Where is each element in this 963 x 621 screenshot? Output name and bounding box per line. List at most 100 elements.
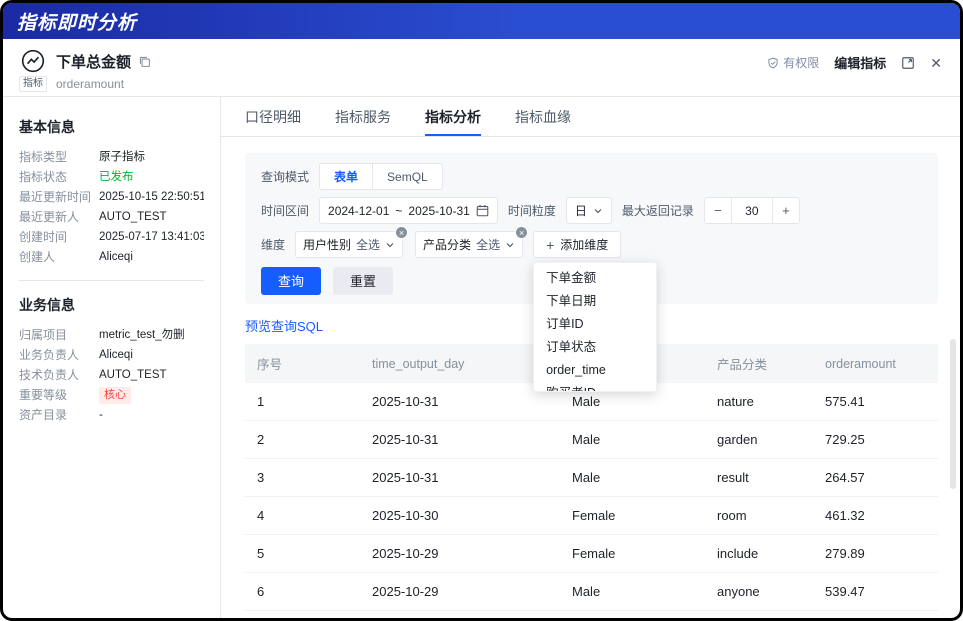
tab-metric-lineage[interactable]: 指标血缘 [515, 97, 571, 136]
remove-dimension-icon[interactable]: × [395, 226, 409, 239]
info-label: 最近更新人 [19, 210, 80, 224]
tab-caliber-details[interactable]: 口径明细 [245, 97, 301, 136]
table-row: 6 2025-10-29 Male anyone 539.47 [245, 572, 938, 611]
window-frame: 指标即时分析 下单总金额 指标 orderamount 有权限 编辑指标 ✕ 基… [0, 0, 963, 621]
reset-button[interactable]: 重置 [333, 266, 394, 295]
column-header: 序号 [245, 344, 360, 383]
table-cell: 2025-10-31 [360, 420, 560, 459]
edit-metric-button[interactable]: 编辑指标 [834, 53, 886, 72]
info-label: 归属项目 [19, 328, 68, 342]
time-settings-row: 时间区间 2024-12-01 ~ 2025-10-31 时间粒度 日 最大返回… [261, 197, 922, 224]
table-row: 2 2025-10-31 Male garden 729.25 [245, 420, 938, 459]
info-value: 原子指标 [99, 151, 145, 163]
info-row: 创建时间 2025-07-17 13:41:03 [19, 229, 204, 246]
metric-code: orderamount [56, 77, 125, 91]
preview-sql-link[interactable]: 预览查询SQL [245, 316, 323, 335]
query-mode-label: 查询模式 [261, 170, 310, 184]
table-cell: 1 [245, 383, 360, 421]
info-row: 技术负责人 AUTO_TEST [19, 367, 204, 384]
metric-header: 下单总金额 指标 orderamount 有权限 编辑指标 ✕ [3, 39, 960, 97]
window-body: 基本信息 指标类型 原子指标 指标状态 已发布 最近更新时间 2025-10-15 22:… [3, 97, 960, 618]
titlebar: 指标即时分析 [3, 3, 960, 39]
table-cell: 2025-10-31 [360, 458, 560, 497]
calendar-icon [476, 204, 489, 217]
table-cell: Male [560, 572, 705, 611]
table-cell: 2025-10-29 [360, 534, 560, 573]
table-cell: 4 [245, 496, 360, 535]
increment-button[interactable]: + [773, 198, 799, 223]
table-cell: 2025-10-29 [360, 572, 560, 611]
dropdown-option[interactable]: 订单状态 [534, 336, 656, 359]
table-row: 3 2025-10-31 Male result 264.57 [245, 458, 938, 497]
query-button[interactable]: 查询 [261, 266, 322, 295]
chevron-down-icon [505, 240, 515, 250]
date-start: 2024-12-01 [328, 203, 390, 218]
tab-metric-analysis[interactable]: 指标分析 [425, 97, 481, 136]
table-cell: garden [705, 420, 813, 459]
add-dimension-button[interactable]: + 添加维度 [533, 231, 622, 258]
table-cell: Male [560, 420, 705, 459]
table-cell: include [705, 534, 813, 573]
info-label: 创建人 [19, 250, 56, 264]
info-label: 技术负责人 [19, 368, 80, 382]
metric-name: 下单总金额 [56, 53, 132, 71]
dimension-selected-value: 全选 [476, 238, 501, 252]
table-row: 5 2025-10-29 Female include 279.89 [245, 534, 938, 573]
info-value: - [99, 409, 103, 421]
table-cell: 6 [245, 572, 360, 611]
info-label: 重要等级 [19, 388, 68, 402]
info-label: 资产目录 [19, 408, 68, 422]
dimension-select[interactable]: 用户性别 全选 × [295, 226, 409, 258]
info-value: AUTO_TEST [99, 211, 167, 223]
info-row: 指标状态 已发布 [19, 169, 204, 186]
dropdown-option[interactable]: order_time [534, 359, 656, 382]
remove-dimension-icon[interactable]: × [515, 226, 529, 239]
tab-metric-service[interactable]: 指标服务 [335, 97, 391, 136]
basic-info-title: 基本信息 [19, 119, 75, 135]
dropdown-option[interactable]: 下单金额 [534, 267, 656, 290]
table-cell: 2025-10-31 [360, 383, 560, 421]
query-mode-option[interactable]: SemQL [372, 164, 442, 189]
sidebar-divider [19, 280, 204, 281]
info-value: AUTO_TEST [99, 369, 167, 381]
business-info-list: 归属项目 metric_test_勿删 业务负责人 Aliceqi 技术负责人 AUTO_… [19, 327, 204, 424]
metric-identity: 下单总金额 指标 orderamount [19, 48, 151, 92]
table-cell: 5 [245, 534, 360, 573]
dropdown-option[interactable]: 订单ID [534, 313, 656, 336]
info-row: 指标类型 原子指标 [19, 149, 204, 166]
column-header: time_output_day [360, 344, 560, 383]
expand-icon[interactable] [901, 56, 915, 70]
close-icon[interactable]: ✕ [930, 56, 942, 70]
info-value: 核心 [99, 387, 131, 404]
dimension-select[interactable]: 产品分类 全选 × [415, 226, 529, 258]
copy-icon[interactable] [138, 55, 151, 68]
dimension-label: 维度 [261, 238, 286, 252]
metric-analysis-window: 指标即时分析 下单总金额 指标 orderamount 有权限 编辑指标 ✕ 基… [3, 3, 960, 618]
info-row: 重要等级 核心 [19, 387, 204, 404]
info-label: 指标类型 [19, 150, 68, 164]
info-row: 资产目录 - [19, 407, 204, 424]
permission-status[interactable]: 有权限 [767, 54, 819, 71]
date-range-input[interactable]: 2024-12-01 ~ 2025-10-31 [319, 197, 498, 224]
info-value: 2025-07-17 13:41:03 [99, 231, 204, 243]
info-row: 归属项目 metric_test_勿删 [19, 327, 204, 344]
dropdown-option[interactable]: 下单日期 [534, 290, 656, 313]
info-row: 最近更新人 AUTO_TEST [19, 209, 204, 226]
max-records-stepper: − 30 + [703, 197, 800, 224]
info-row: 业务负责人 Aliceqi [19, 347, 204, 364]
dimension-row: 维度 用户性别 全选 × 产品分类 全选 × + 添加维度 [261, 226, 922, 258]
query-mode-option[interactable]: 表单 [320, 164, 372, 189]
max-records-value[interactable]: 30 [730, 198, 773, 223]
granularity-select[interactable]: 日 [565, 197, 612, 224]
add-dimension-label: 添加维度 [560, 238, 609, 252]
table-cell: 264.57 [813, 458, 938, 497]
table-cell: 183.74 [813, 610, 938, 618]
dropdown-option[interactable]: 购买者ID [534, 382, 656, 391]
table-cell: Female [560, 610, 705, 618]
query-mode-row: 查询模式 表单 SemQL [261, 163, 922, 190]
table-scrollbar[interactable] [950, 339, 956, 489]
metric-type-badge: 指标 [19, 76, 47, 92]
max-records-label: 最大返回记录 [621, 204, 694, 218]
decrement-button[interactable]: − [705, 198, 731, 223]
chevron-down-icon [593, 206, 603, 216]
